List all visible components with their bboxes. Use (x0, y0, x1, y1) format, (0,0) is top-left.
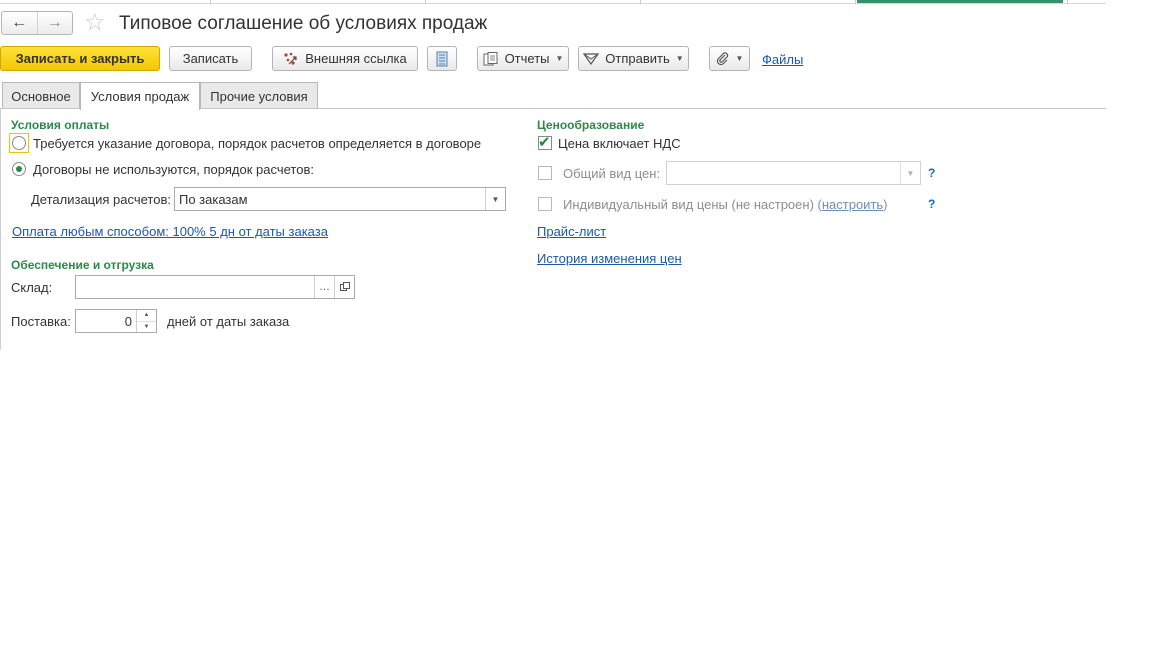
individual-price-close: ) (883, 197, 888, 212)
page-title: Типовое соглашение об условиях продаж (119, 13, 488, 34)
arrow-left-icon[interactable]: ← (2, 12, 37, 34)
top-tab-separator (855, 0, 856, 4)
checkmark-icon: ✔ (538, 134, 551, 151)
detail-select[interactable]: По заказам ▼ (174, 187, 506, 211)
tab-sales-conditions[interactable]: Условия продаж (80, 82, 200, 110)
chevron-down-icon: ▼ (735, 54, 744, 63)
chevron-down-icon[interactable]: ▼ (137, 322, 156, 333)
save-button[interactable]: Записать (169, 46, 252, 71)
general-price-select[interactable]: ▼ (666, 161, 921, 185)
top-tab-active-indicator (857, 0, 1063, 3)
delivery-days-stepper[interactable]: 0 ▲ ▼ (75, 309, 157, 333)
price-list-link[interactable]: Прайс-лист (537, 224, 606, 239)
help-icon[interactable]: ? (928, 166, 935, 180)
individual-price-label: Индивидуальный вид цены (не настроен) (н… (563, 197, 888, 212)
send-button[interactable]: Отправить ▼ (578, 46, 689, 71)
chevron-down-icon: ▼ (675, 54, 684, 63)
detail-select-value: По заказам (179, 191, 248, 207)
vat-included-label[interactable]: Цена включает НДС (558, 136, 681, 151)
chevron-down-icon: ▼ (555, 54, 564, 63)
print-list-button[interactable] (427, 46, 457, 71)
delivery-days-value: 0 (124, 313, 132, 329)
reports-icon (483, 51, 499, 66)
arrow-right-icon[interactable]: → (36, 12, 73, 34)
individual-price-checkbox[interactable] (538, 197, 552, 211)
chevron-down-icon[interactable]: ▼ (485, 188, 505, 210)
chevron-down-icon[interactable]: ▼ (900, 162, 920, 184)
price-history-link[interactable]: История изменения цен (537, 251, 682, 266)
top-tab-separator (210, 0, 211, 4)
individual-price-text: Индивидуальный вид цены (не настроен) ( (563, 197, 822, 212)
send-label: Отправить (605, 51, 670, 66)
delivery-label: Поставка: (11, 314, 71, 329)
list-icon (436, 51, 448, 67)
stepper-controls: ▲ ▼ (136, 310, 156, 332)
reports-button[interactable]: Отчеты ▼ (477, 46, 569, 71)
payment-schedule-link[interactable]: Оплата любым способом: 100% 5 дн от даты… (12, 224, 328, 239)
save-and-close-button[interactable]: Записать и закрыть (0, 46, 160, 71)
attachments-button[interactable]: ▼ (709, 46, 750, 71)
tab-other-conditions[interactable]: Прочие условия (200, 82, 318, 109)
top-tab-separator (425, 0, 426, 4)
top-tab-separator (640, 0, 641, 4)
top-tab-separator (1067, 0, 1068, 4)
configure-link[interactable]: настроить (822, 197, 883, 212)
chevron-up-icon[interactable]: ▲ (137, 310, 156, 322)
top-tabs-baseline (0, 3, 1106, 4)
supply-group-title: Обеспечение и отгрузка (11, 258, 154, 272)
radio-contract-required-label[interactable]: Требуется указание договора, порядок рас… (33, 136, 481, 151)
warehouse-label: Склад: (11, 280, 53, 295)
payment-group-title: Условия оплаты (11, 118, 110, 132)
detail-label: Детализация расчетов: (31, 192, 171, 207)
warehouse-input[interactable]: … (75, 275, 355, 299)
send-icon (583, 52, 600, 66)
radio-no-contract-label[interactable]: Договоры не используются, порядок расчет… (33, 162, 314, 177)
pricing-group-title: Ценообразование (537, 118, 645, 132)
tab-main[interactable]: Основное (2, 82, 80, 109)
navigation-buttons: ← → (1, 11, 73, 35)
external-link-icon (283, 52, 299, 66)
general-price-label: Общий вид цен: (563, 166, 661, 181)
form-left-border (0, 108, 1, 350)
external-link-label: Внешняя ссылка (305, 51, 407, 66)
general-price-checkbox[interactable] (538, 166, 552, 180)
delivery-suffix: дней от даты заказа (167, 314, 290, 329)
ellipsis-icon[interactable]: … (314, 276, 334, 298)
paperclip-icon (716, 51, 730, 66)
help-icon[interactable]: ? (928, 197, 935, 211)
external-link-button[interactable]: Внешняя ссылка (272, 46, 418, 71)
star-icon[interactable]: ☆ (84, 10, 106, 36)
files-link[interactable]: Файлы (762, 52, 803, 67)
open-icon[interactable] (334, 276, 354, 298)
radio-no-contract[interactable] (12, 162, 26, 176)
reports-label: Отчеты (504, 51, 550, 66)
radio-contract-required[interactable] (12, 136, 26, 150)
